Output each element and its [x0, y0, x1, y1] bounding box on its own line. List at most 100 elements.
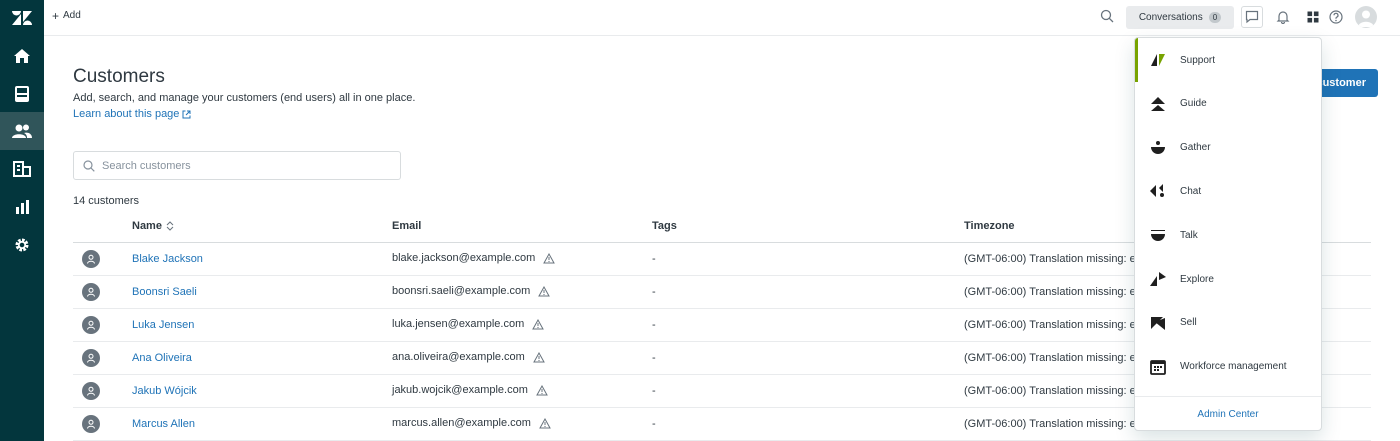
customer-avatar	[82, 250, 100, 268]
customer-name-link[interactable]: Blake Jackson	[132, 253, 203, 265]
customer-timezone: (GMT-06:00) Translation missing: er	[964, 418, 1140, 430]
user-avatar[interactable]	[1355, 6, 1377, 28]
product-item-sell[interactable]: Sell	[1135, 301, 1321, 345]
name-column-header[interactable]: Name	[132, 220, 174, 232]
warning-icon	[532, 351, 545, 362]
notifications-button[interactable]	[1272, 6, 1294, 28]
chat-icon	[1149, 182, 1167, 200]
warning-icon	[543, 252, 556, 263]
customer-email-cell: blake.jackson@example.com	[392, 252, 556, 264]
search-customers-input[interactable]	[102, 159, 382, 172]
customer-email-cell: luka.jensen@example.com	[392, 318, 545, 330]
product-item-label: Chat	[1180, 185, 1202, 197]
product-item-talk[interactable]: Talk	[1135, 213, 1321, 257]
sell-icon	[1149, 314, 1167, 332]
products-button[interactable]	[1302, 6, 1324, 28]
customer-name-link[interactable]: Ana Oliveira	[132, 352, 192, 364]
product-item-workforce-management[interactable]: Workforce management	[1135, 345, 1321, 389]
product-item-gather[interactable]: Gather	[1135, 126, 1321, 170]
person-icon	[87, 287, 95, 297]
customer-tags: -	[652, 385, 656, 397]
email-column-header: Email	[392, 220, 422, 232]
warning-icon	[532, 318, 545, 329]
customer-avatar	[82, 316, 100, 334]
customer-email: ana.oliveira@example.com	[392, 351, 525, 363]
customer-timezone: (GMT-06:00) Translation missing: er	[964, 352, 1140, 364]
tags-column-header: Tags	[652, 220, 677, 232]
page-title: Customers	[73, 66, 165, 87]
customer-tags: -	[652, 286, 656, 298]
learn-about-link[interactable]: Learn about this page	[73, 108, 191, 120]
customer-email: jakub.wojcik@example.com	[392, 384, 528, 396]
products-dropdown: Support Guide Gather Chat Talk Explore Sell Wor…	[1134, 37, 1322, 431]
help-icon	[1329, 10, 1343, 24]
message-icon	[1245, 10, 1259, 24]
views-icon	[15, 86, 29, 102]
conversations-label: Conversations	[1138, 12, 1203, 23]
top-search-button[interactable]	[1100, 9, 1114, 28]
customer-name-link[interactable]: Marcus Allen	[132, 418, 195, 430]
nav-customers[interactable]	[0, 112, 44, 150]
external-link-icon	[182, 110, 191, 118]
bell-icon	[1276, 11, 1290, 24]
add-customer-label: customer	[1316, 77, 1366, 89]
customer-count: 14 customers	[73, 195, 140, 207]
conversations-count-badge: 0	[1208, 12, 1222, 23]
guide-icon	[1149, 95, 1167, 113]
page-description: Add, search, and manage your customers (…	[73, 92, 416, 104]
zendesk-logo[interactable]	[0, 0, 44, 36]
top-bar: + Add Conversations 0	[44, 0, 1400, 36]
product-item-label: Guide	[1180, 98, 1207, 110]
customer-avatar	[82, 349, 100, 367]
customer-name-link[interactable]: Boonsri Saeli	[132, 286, 197, 298]
grid-icon	[1307, 11, 1319, 23]
nav-views[interactable]	[0, 75, 44, 113]
help-button[interactable]	[1325, 6, 1347, 28]
product-item-explore[interactable]: Explore	[1135, 257, 1321, 301]
search-customers-box	[73, 151, 401, 180]
add-button[interactable]: + Add	[52, 8, 81, 23]
search-icon	[1100, 9, 1114, 23]
person-icon	[87, 320, 95, 330]
customer-email-cell: jakub.wojcik@example.com	[392, 384, 548, 396]
person-icon	[87, 254, 95, 264]
product-item-guide[interactable]: Guide	[1135, 82, 1321, 126]
organizations-icon	[13, 161, 31, 177]
chat-toggle-button[interactable]	[1241, 6, 1263, 28]
nav-home[interactable]	[0, 37, 44, 75]
avatar-icon	[1358, 10, 1374, 27]
person-icon	[87, 386, 95, 396]
product-item-label: Workforce management	[1180, 361, 1287, 373]
person-icon	[87, 353, 95, 363]
product-item-label: Explore	[1180, 273, 1214, 285]
product-item-support[interactable]: Support	[1135, 38, 1321, 82]
customer-tags: -	[652, 319, 656, 331]
product-item-label: Sell	[1180, 317, 1197, 329]
zendesk-logo-icon	[12, 11, 32, 25]
name-header-label: Name	[132, 220, 162, 232]
customer-avatar	[82, 415, 100, 433]
product-item-chat[interactable]: Chat	[1135, 169, 1321, 213]
nav-admin[interactable]	[0, 226, 44, 264]
nav-reporting[interactable]	[0, 188, 44, 226]
plus-icon: +	[52, 8, 60, 23]
sort-icon	[166, 221, 174, 231]
warning-icon	[538, 285, 551, 296]
customer-email-cell: ana.oliveira@example.com	[392, 351, 545, 363]
customer-name-link[interactable]: Jakub Wójcik	[132, 385, 197, 397]
customer-name-link[interactable]: Luka Jensen	[132, 319, 194, 331]
customer-tags: -	[652, 253, 656, 265]
reporting-icon	[16, 200, 29, 214]
customer-timezone: (GMT-06:00) Translation missing: er	[964, 253, 1140, 265]
gear-icon	[15, 238, 29, 252]
customers-icon	[12, 124, 32, 138]
customer-email: marcus.allen@example.com	[392, 417, 531, 429]
nav-organizations[interactable]	[0, 150, 44, 188]
calendar-icon	[1149, 358, 1167, 376]
product-item-label: Talk	[1180, 229, 1198, 241]
customer-email-cell: marcus.allen@example.com	[392, 417, 551, 429]
customer-email-cell: boonsri.saeli@example.com	[392, 285, 551, 297]
customer-tags: -	[652, 352, 656, 364]
conversations-button[interactable]: Conversations 0	[1126, 6, 1234, 29]
admin-center-link[interactable]: Admin Center	[1135, 396, 1321, 430]
